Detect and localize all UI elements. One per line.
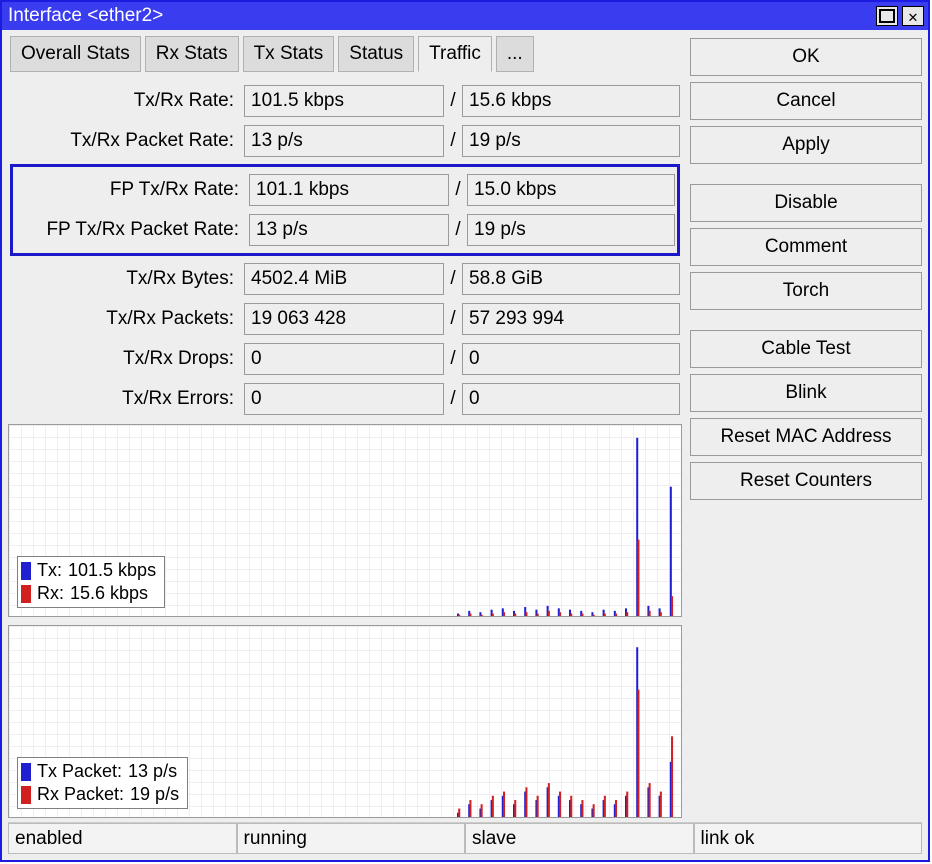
txrx-packet-rate-label: Tx/Rx Packet Rate: xyxy=(10,130,240,152)
tab-tx-stats[interactable]: Tx Stats xyxy=(243,36,335,72)
txrx-bytes-label: Tx/Rx Bytes: xyxy=(10,268,240,290)
tab-[interactable]: ... xyxy=(496,36,534,72)
txrx-errors-rx: 0 xyxy=(462,383,680,415)
rate-chart: Tx: 101.5 kbps Rx: 15.6 kbps xyxy=(8,424,682,617)
cable-test-button[interactable]: Cable Test xyxy=(690,330,922,368)
tab-rx-stats[interactable]: Rx Stats xyxy=(145,36,239,72)
maximize-button[interactable] xyxy=(876,6,898,26)
button-panel: OK Cancel Apply Disable Comment Torch Ca… xyxy=(690,36,922,818)
status-running: running xyxy=(237,823,466,854)
fp-txrx-rate-label: FP Tx/Rx Rate: xyxy=(15,179,245,201)
txrx-rate-row: Tx/Rx Rate: 101.5 kbps / 15.6 kbps xyxy=(10,84,680,118)
txrx-drops-rx: 0 xyxy=(462,343,680,375)
txrx-bytes-rx: 58.8 GiB xyxy=(462,263,680,295)
client-area: Overall StatsRx StatsTx StatsStatusTraff… xyxy=(2,30,928,860)
fp-txrx-rate-tx: 101.1 kbps xyxy=(249,174,449,206)
status-enabled: enabled xyxy=(8,823,237,854)
statusbar: enabled running slave link ok xyxy=(8,822,922,854)
torch-button[interactable]: Torch xyxy=(690,272,922,310)
reset-mac-button[interactable]: Reset MAC Address xyxy=(690,418,922,456)
reset-counters-button[interactable]: Reset Counters xyxy=(690,462,922,500)
blink-button[interactable]: Blink xyxy=(690,374,922,412)
fp-txrx-packet-rate-rx: 19 p/s xyxy=(467,214,675,246)
window-title: Interface <ether2> xyxy=(8,5,163,27)
disable-button[interactable]: Disable xyxy=(690,184,922,222)
txrx-drops-tx: 0 xyxy=(244,343,444,375)
status-link-ok: link ok xyxy=(694,823,923,854)
titlebar: Interface <ether2> ✕ xyxy=(2,2,928,30)
comment-button[interactable]: Comment xyxy=(690,228,922,266)
cancel-button[interactable]: Cancel xyxy=(690,82,922,120)
apply-button[interactable]: Apply xyxy=(690,126,922,164)
close-button[interactable]: ✕ xyxy=(902,6,924,26)
txrx-bytes-row: Tx/Rx Bytes: 4502.4 MiB / 58.8 GiB xyxy=(10,262,680,296)
fp-txrx-packet-rate-tx: 13 p/s xyxy=(249,214,449,246)
txrx-packet-rate-row: Tx/Rx Packet Rate: 13 p/s / 19 p/s xyxy=(10,124,680,158)
fp-txrx-rate-row: FP Tx/Rx Rate: 101.1 kbps / 15.0 kbps xyxy=(15,173,675,207)
txrx-packet-rate-rx: 19 p/s xyxy=(462,125,680,157)
fp-rates-highlight: FP Tx/Rx Rate: 101.1 kbps / 15.0 kbps FP… xyxy=(10,164,680,256)
interface-window: Interface <ether2> ✕ Overall StatsRx Sta… xyxy=(0,0,930,862)
packet-chart: Tx Packet: 13 p/s Rx Packet: 19 p/s xyxy=(8,625,682,818)
txrx-errors-tx: 0 xyxy=(244,383,444,415)
tab-status[interactable]: Status xyxy=(338,36,414,72)
tabs: Overall StatsRx StatsTx StatsStatusTraff… xyxy=(8,36,682,72)
fp-txrx-rate-rx: 15.0 kbps xyxy=(467,174,675,206)
txrx-packets-tx: 19 063 428 xyxy=(244,303,444,335)
txrx-errors-row: Tx/Rx Errors: 0 / 0 xyxy=(10,382,680,416)
txrx-bytes-tx: 4502.4 MiB xyxy=(244,263,444,295)
fp-txrx-packet-rate-label: FP Tx/Rx Packet Rate: xyxy=(15,219,245,241)
txrx-rate-label: Tx/Rx Rate: xyxy=(10,90,240,112)
tab-traffic[interactable]: Traffic xyxy=(418,36,492,72)
ok-button[interactable]: OK xyxy=(690,38,922,76)
txrx-packet-rate-tx: 13 p/s xyxy=(244,125,444,157)
txrx-drops-label: Tx/Rx Drops: xyxy=(10,348,240,370)
txrx-errors-label: Tx/Rx Errors: xyxy=(10,388,240,410)
fp-txrx-packet-rate-row: FP Tx/Rx Packet Rate: 13 p/s / 19 p/s xyxy=(15,213,675,247)
txrx-rate-tx: 101.5 kbps xyxy=(244,85,444,117)
txrx-drops-row: Tx/Rx Drops: 0 / 0 xyxy=(10,342,680,376)
txrx-packets-row: Tx/Rx Packets: 19 063 428 / 57 293 994 xyxy=(10,302,680,336)
status-slave: slave xyxy=(465,823,694,854)
txrx-packets-label: Tx/Rx Packets: xyxy=(10,308,240,330)
txrx-packets-rx: 57 293 994 xyxy=(462,303,680,335)
txrx-rate-rx: 15.6 kbps xyxy=(462,85,680,117)
tab-overall-stats[interactable]: Overall Stats xyxy=(10,36,141,72)
